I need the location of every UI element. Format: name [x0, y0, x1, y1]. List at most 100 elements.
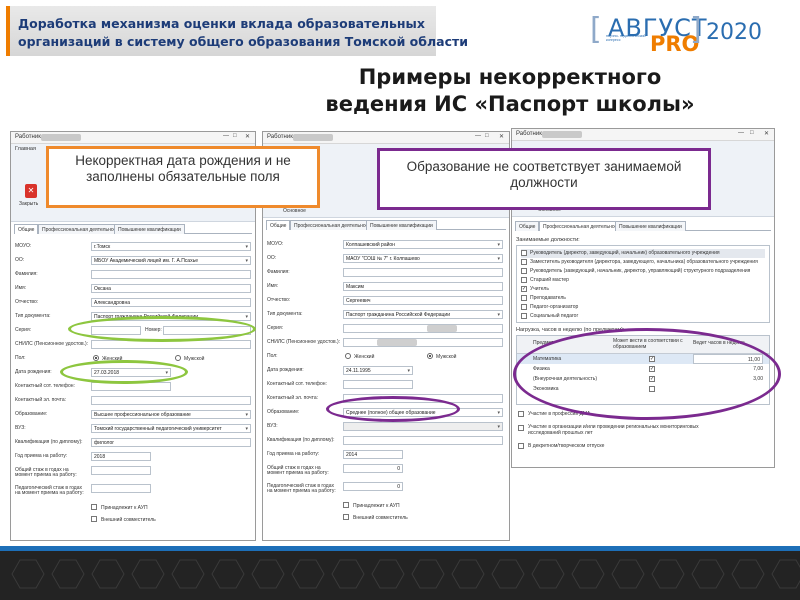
radio-female[interactable] [345, 353, 351, 359]
firstname-field[interactable]: Максим [343, 282, 503, 291]
position-label: Старший мастер [530, 277, 569, 283]
email-label: Контактный эл. почта: [267, 395, 319, 401]
field-label: Тип документа: [267, 311, 303, 317]
phone-label: Контактный сот. телефон: [267, 381, 327, 387]
external-checkbox[interactable] [343, 514, 349, 520]
oo-select[interactable]: МАОУ "СОШ № 7" г. Колпашево [343, 254, 503, 263]
row-doctype: Тип документа: Паспорт гражданина Россий… [267, 310, 507, 320]
maximize-button[interactable]: □ [233, 133, 237, 139]
row-sex: Пол: Женский Мужской [267, 352, 507, 362]
position-checkbox[interactable] [521, 295, 527, 301]
mouo-select[interactable]: г.Томск [91, 242, 251, 251]
tab-general[interactable]: Общие [14, 224, 39, 234]
tab-professional[interactable]: Профессиональная деятельность [290, 220, 378, 230]
position-checkbox[interactable] [521, 304, 527, 310]
firstname-field[interactable]: Оксана [91, 284, 251, 293]
lastname-field[interactable] [91, 270, 251, 279]
position-label: Социальный педагог [530, 313, 579, 319]
close-window-button[interactable]: ✕ [764, 130, 769, 137]
close-window-button[interactable]: ✕ [245, 133, 250, 140]
phone-field[interactable] [343, 380, 413, 389]
page-title-line-2: ведения ИС «Паспорт школы» [325, 92, 695, 116]
page-title-line-1: Примеры некорректного [358, 65, 662, 89]
position-checkbox[interactable] [521, 250, 527, 256]
close-window-button[interactable]: ✕ [499, 133, 504, 140]
total-exp-field[interactable] [91, 466, 151, 475]
birthdate-field[interactable]: 24.11.1995 [343, 366, 413, 375]
close-icon[interactable]: ✕ [25, 184, 37, 198]
year-field[interactable]: 2018 [91, 452, 151, 461]
row-year: Год приема на работу: 2014 [267, 450, 507, 460]
external-checkbox[interactable] [91, 516, 97, 522]
highlight-ellipse-birthdate [60, 360, 188, 384]
education-select[interactable]: Высшее профессиональное образование [91, 410, 251, 419]
tab-qualification[interactable]: Повышение квалификации [114, 224, 185, 234]
oo-select[interactable]: МБОУ Академический лицей им. Г. А.Псахье [91, 256, 251, 265]
extra-checkbox-1[interactable] [518, 411, 524, 417]
position-checkbox-checked[interactable]: ✓ [521, 286, 527, 292]
qualification-field[interactable] [343, 436, 503, 445]
logo-bracket-left: [ [590, 12, 602, 47]
patronymic-field[interactable]: Сергеевич [343, 296, 503, 305]
doctype-select[interactable]: Паспорт гражданина Российской Федерации [343, 310, 503, 319]
position-checkbox[interactable] [521, 268, 527, 274]
total-exp-field[interactable]: 0 [343, 464, 403, 473]
row-firstname: Имя: Оксана [15, 284, 253, 294]
tab-general[interactable]: Общие [266, 220, 291, 230]
extra-checkbox-2[interactable] [518, 425, 524, 431]
blurred-number [427, 325, 457, 332]
ribbon-tab-main[interactable]: Главная [15, 146, 36, 152]
maximize-button[interactable]: □ [485, 133, 489, 139]
highlight-ellipse-education [326, 396, 460, 422]
field-label: Отчество: [267, 297, 291, 303]
birthdate-label: Дата рождения: [267, 367, 304, 373]
row-mouo: МОУО: Колпашевский район [267, 240, 507, 250]
field-label: МОУО: [267, 241, 284, 247]
ped-exp-field[interactable] [91, 484, 151, 493]
row-qualification: Квалификация (по диплому): филолог [15, 438, 253, 448]
aup-checkbox[interactable] [91, 504, 97, 510]
row-snils: СНИЛС (Пенсионное удостов.): [267, 338, 507, 348]
position-label: Учитель [530, 286, 549, 292]
maximize-button[interactable]: □ [750, 130, 754, 136]
mouo-select[interactable]: Колпашевский район [343, 240, 503, 249]
ped-exp-field[interactable]: 0 [343, 482, 403, 491]
patronymic-field[interactable]: Александровна [91, 298, 251, 307]
female-label: Женский [354, 354, 375, 360]
logo-tagline: научно- педагогический конгресс [606, 34, 646, 42]
row-total-exp: Общий стаж в годах на момент приема на р… [15, 466, 253, 480]
row-patronymic: Отчество: Сергеевич [267, 296, 507, 306]
extra-checkbox-3[interactable] [518, 443, 524, 449]
row-firstname: Имя: Максим [267, 282, 507, 292]
lastname-field[interactable] [343, 268, 503, 277]
radio-male[interactable] [427, 353, 433, 359]
tab-qualification[interactable]: Повышение квалификации [615, 221, 686, 231]
row-vuz: ВУЗ: [267, 422, 507, 432]
tab-professional[interactable]: Профессиональная деятельность [38, 224, 126, 234]
header-line-1: Доработка механизма оценки вклада образо… [18, 16, 425, 31]
position-label: Преподаватель [530, 295, 566, 301]
minimize-button[interactable]: — [223, 133, 229, 139]
position-checkbox[interactable] [521, 259, 527, 265]
position-checkbox[interactable] [521, 313, 527, 319]
year-label: Год приема на работу: [15, 453, 68, 459]
vuz-select[interactable] [343, 422, 503, 431]
tab-qualification[interactable]: Повышение квалификации [366, 220, 437, 230]
aup-checkbox[interactable] [343, 502, 349, 508]
series-field[interactable] [343, 324, 503, 333]
minimize-button[interactable]: — [738, 130, 744, 136]
position-label: Руководитель (заведующий, начальник, дир… [530, 268, 751, 274]
qualification-field[interactable]: филолог [91, 438, 251, 447]
position-checkbox[interactable] [521, 277, 527, 283]
email-field[interactable] [91, 396, 251, 405]
blurred-name [293, 134, 333, 141]
radio-male[interactable] [175, 355, 181, 361]
snils-field[interactable] [343, 338, 503, 347]
position-label: Заместитель руководителя (директора, зав… [530, 259, 758, 265]
tab-general[interactable]: Общие [515, 221, 540, 231]
qualification-label: Квалификация (по диплому): [267, 437, 335, 443]
year-field[interactable]: 2014 [343, 450, 403, 459]
vuz-select[interactable]: Томский государственный педагогический у… [91, 424, 251, 433]
tab-professional[interactable]: Профессиональная деятельность [539, 221, 627, 231]
minimize-button[interactable]: — [475, 133, 481, 139]
